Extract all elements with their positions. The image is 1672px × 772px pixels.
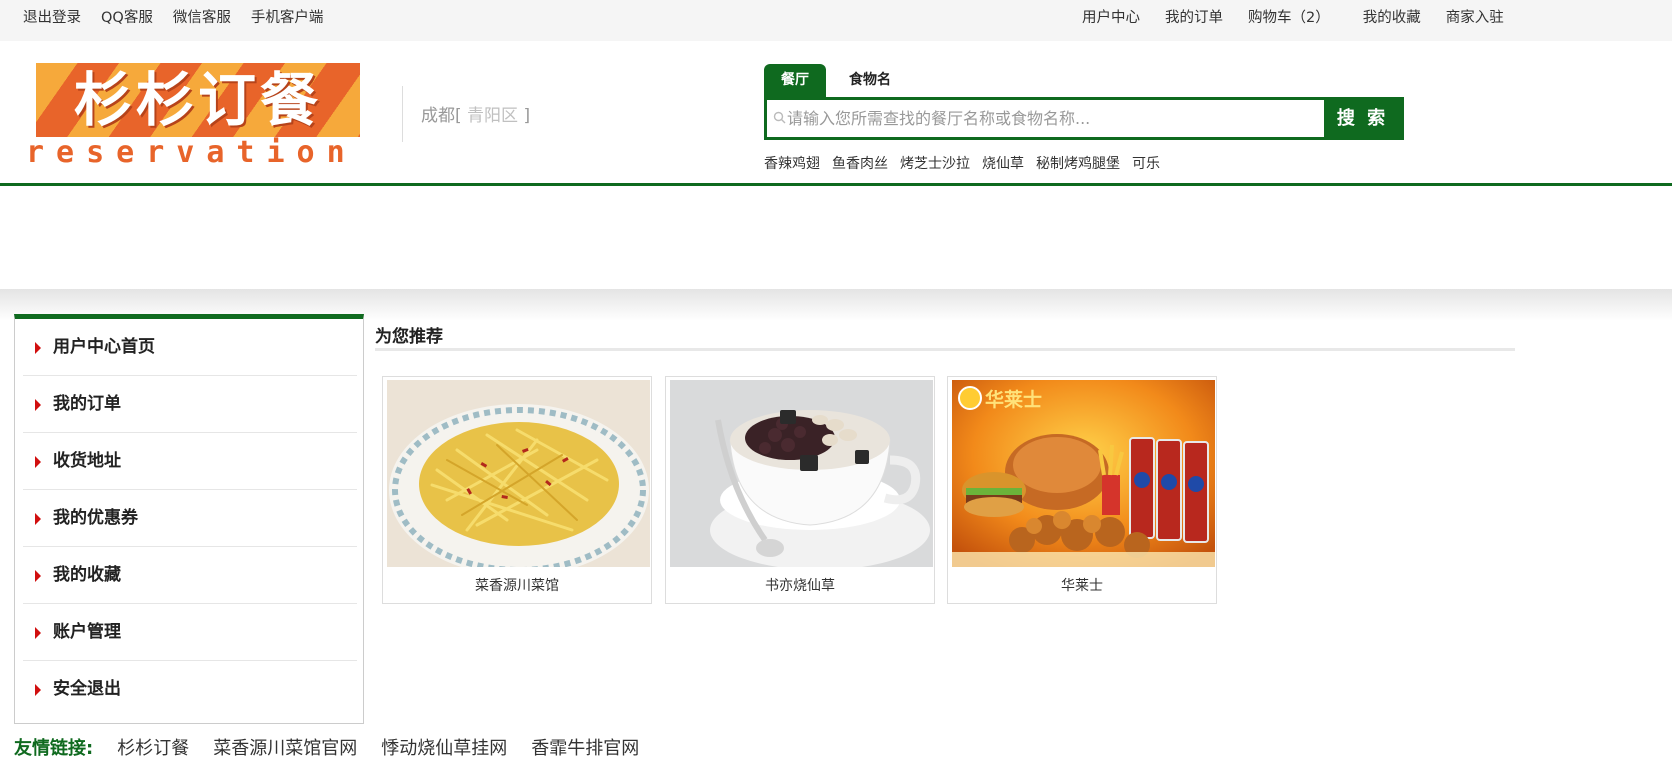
restaurant-card[interactable]: 华莱士 华莱士 bbox=[947, 376, 1217, 604]
location-selector[interactable]: 成都[ 青阳区 ] bbox=[421, 101, 530, 126]
user-center-link[interactable]: 用户中心 bbox=[1082, 6, 1140, 27]
friend-links-label: 友情链接: bbox=[14, 738, 94, 759]
qq-service-link[interactable]: QQ客服 bbox=[101, 6, 153, 27]
sidebar-item-label: 我的收藏 bbox=[53, 565, 121, 585]
hot-word[interactable]: 鱼香肉丝 bbox=[832, 153, 888, 173]
sidebar-item-coupons[interactable]: 我的优惠券 bbox=[23, 490, 357, 547]
sidebar-item-account[interactable]: 账户管理 bbox=[23, 604, 357, 661]
tab-restaurant[interactable]: 餐厅 bbox=[764, 64, 826, 97]
brand-logo-text: 华莱士 bbox=[985, 388, 1042, 411]
search-tabs: 餐厅 食物名 bbox=[764, 64, 908, 97]
hot-search-words: 香辣鸡翅 鱼香肉丝 烤芝士沙拉 烧仙草 秘制烤鸡腿堡 可乐 bbox=[764, 153, 1172, 173]
my-orders-link[interactable]: 我的订单 bbox=[1165, 6, 1223, 27]
search-box: 搜 索 bbox=[764, 97, 1404, 140]
friend-link[interactable]: 悸动烧仙草挂网 bbox=[381, 734, 507, 760]
recommend-title: 为您推荐 bbox=[375, 327, 443, 347]
search-icon bbox=[773, 111, 786, 124]
logo-title: 杉杉订餐 bbox=[73, 66, 322, 134]
sidebar-item-label: 账户管理 bbox=[53, 622, 121, 642]
top-right-links: 用户中心 我的订单 购物车（2） 我的收藏 商家入驻 bbox=[1082, 0, 1504, 32]
site-header: 杉杉订餐 reservation 成都[ 青阳区 ] 餐厅 食物名 搜 索 香辣… bbox=[0, 41, 1672, 186]
merchant-join-link[interactable]: 商家入驻 bbox=[1446, 6, 1504, 27]
district-label[interactable]: 青阳区 bbox=[462, 106, 524, 126]
logout-link[interactable]: 退出登录 bbox=[23, 6, 81, 27]
sidebar-item-label: 我的订单 bbox=[53, 394, 121, 414]
food-image-grass-jelly bbox=[670, 380, 933, 567]
hot-word[interactable]: 香辣鸡翅 bbox=[764, 153, 820, 173]
restaurant-card[interactable]: 书亦烧仙草 bbox=[665, 376, 935, 604]
logo-banner: 杉杉订餐 bbox=[36, 63, 360, 137]
restaurant-name: 菜香源川菜馆 bbox=[475, 578, 559, 594]
user-sidebar: 用户中心首页 我的订单 收货地址 我的优惠券 我的收藏 账户管理 安全退出 bbox=[14, 314, 364, 724]
hot-word[interactable]: 秘制烤鸡腿堡 bbox=[1036, 153, 1120, 173]
triangle-right-icon bbox=[35, 627, 41, 639]
sidebar-item-favorites[interactable]: 我的收藏 bbox=[23, 547, 357, 604]
friend-link[interactable]: 菜香源川菜馆官网 bbox=[213, 734, 357, 760]
bracket-close: ] bbox=[523, 106, 531, 126]
top-left-links: 退出登录 QQ客服 微信客服 手机客户端 bbox=[23, 0, 343, 32]
friend-link[interactable]: 杉杉订餐 bbox=[117, 734, 189, 760]
sidebar-item-logout[interactable]: 安全退出 bbox=[23, 661, 357, 718]
triangle-right-icon bbox=[35, 342, 41, 354]
mobile-client-link[interactable]: 手机客户端 bbox=[251, 6, 324, 27]
recommend-divider bbox=[375, 348, 1515, 351]
hot-word[interactable]: 烧仙草 bbox=[982, 153, 1024, 173]
sidebar-item-label: 我的优惠券 bbox=[53, 508, 138, 528]
sidebar-item-orders[interactable]: 我的订单 bbox=[23, 376, 357, 433]
wechat-service-link[interactable]: 微信客服 bbox=[173, 6, 231, 27]
restaurant-card[interactable]: 菜香源川菜馆 bbox=[382, 376, 652, 604]
cart-link[interactable]: 购物车（2） bbox=[1248, 6, 1330, 27]
restaurant-name: 华莱士 bbox=[1061, 578, 1103, 594]
sidebar-item-label: 用户中心首页 bbox=[53, 337, 155, 357]
sidebar-item-address[interactable]: 收货地址 bbox=[23, 433, 357, 490]
tab-food-name[interactable]: 食物名 bbox=[832, 64, 908, 97]
food-image-noodles bbox=[387, 380, 650, 567]
triangle-right-icon bbox=[35, 456, 41, 468]
restaurant-name: 书亦烧仙草 bbox=[765, 578, 835, 594]
search-button[interactable]: 搜 索 bbox=[1324, 100, 1401, 137]
search-input[interactable] bbox=[787, 100, 1307, 137]
favorites-link[interactable]: 我的收藏 bbox=[1363, 6, 1421, 27]
header-divider bbox=[402, 86, 403, 142]
triangle-right-icon bbox=[35, 399, 41, 411]
triangle-right-icon bbox=[35, 570, 41, 582]
triangle-right-icon bbox=[35, 513, 41, 525]
city-label: 成都[ bbox=[421, 106, 462, 126]
food-image-fast-food: 华莱士 bbox=[952, 380, 1215, 567]
friend-links: 友情链接: 杉杉订餐 菜香源川菜馆官网 悸动烧仙草挂网 香霏牛排官网 bbox=[14, 734, 663, 760]
hot-word[interactable]: 烤芝士沙拉 bbox=[900, 153, 970, 173]
logo-subtitle: reservation bbox=[26, 135, 357, 170]
top-utility-bar: 退出登录 QQ客服 微信客服 手机客户端 用户中心 我的订单 购物车（2） 我的… bbox=[0, 0, 1672, 41]
hot-word[interactable]: 可乐 bbox=[1132, 153, 1160, 173]
site-logo[interactable]: 杉杉订餐 reservation bbox=[26, 63, 384, 168]
friend-link[interactable]: 香霏牛排官网 bbox=[531, 734, 639, 760]
sidebar-item-label: 安全退出 bbox=[53, 679, 121, 699]
sidebar-item-label: 收货地址 bbox=[53, 451, 121, 471]
header-spacer-band bbox=[0, 189, 1672, 289]
sidebar-item-home[interactable]: 用户中心首页 bbox=[23, 319, 357, 376]
triangle-right-icon bbox=[35, 684, 41, 696]
